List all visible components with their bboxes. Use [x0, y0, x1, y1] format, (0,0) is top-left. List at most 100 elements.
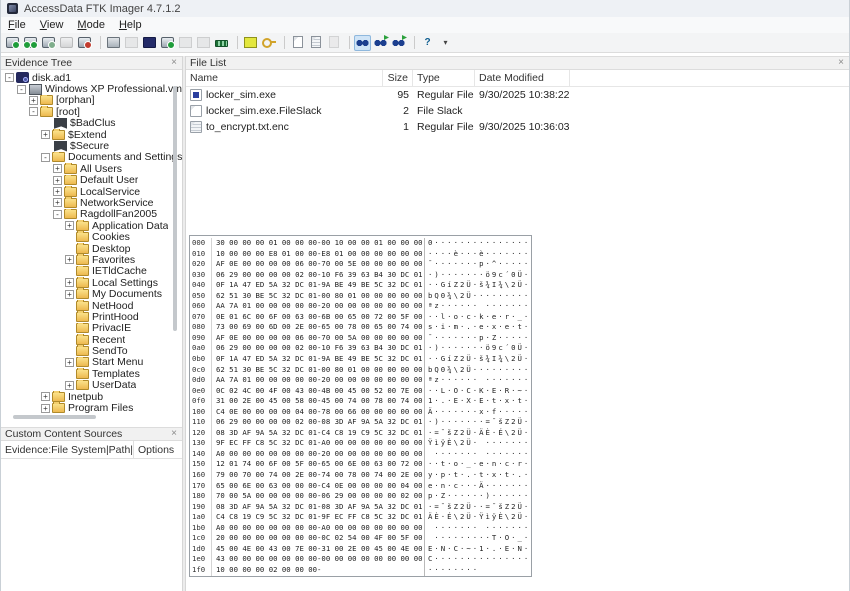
export-disk-image[interactable] [123, 35, 140, 51]
hex-row[interactable]: 1d0 45 00 4E 00 43 00 7E 00-31 00 2E 00 … [192, 544, 531, 555]
hex-row[interactable]: 0b0 0F 1A 47 ED 5A 32 DC 01-9A BE 49 BE … [192, 354, 531, 365]
remove-evidence-item[interactable] [58, 35, 75, 51]
verify-drive-image[interactable] [242, 35, 259, 51]
menu-help[interactable]: Help [112, 19, 149, 31]
hex-row[interactable]: 060 AA 7A 01 00 00 00 00 00-20 00 00 00 … [192, 301, 531, 312]
hex-row[interactable]: 040 0F 1A 47 ED 5A 32 DC 01-9A BE 49 BE … [192, 280, 531, 291]
find-previous[interactable] [372, 35, 389, 51]
tree-item[interactable]: + NetworkService [1, 197, 182, 208]
tree-vertical-scrollbar[interactable] [173, 86, 177, 331]
tree-item[interactable]: + Local Settings [1, 277, 182, 288]
detect-efs-encryption[interactable] [195, 35, 212, 51]
tree-item[interactable]: Templates [1, 368, 182, 379]
image-mounting[interactable] [40, 35, 57, 51]
expander-toggle[interactable]: - [5, 73, 14, 82]
column-evidence-path[interactable]: Evidence:File System|Path|File [1, 441, 134, 458]
hex-row[interactable]: 100 C4 0E 00 00 00 00 04 00-78 00 66 00 … [192, 407, 531, 418]
hex-row[interactable]: 160 79 00 70 00 74 00 2E 00-74 00 78 00 … [192, 470, 531, 481]
tree-horizontal-scrollbar[interactable] [13, 415, 96, 419]
hex-row[interactable]: 000 30 00 00 00 01 00 00 00-00 10 00 00 … [192, 238, 531, 249]
tree-item[interactable]: Cookies [1, 231, 182, 242]
capture-memory[interactable] [159, 35, 176, 51]
hex-row[interactable]: 080 73 00 69 00 6D 00 2E 00-65 00 78 00 … [192, 322, 531, 333]
menu-mode[interactable]: Mode [70, 19, 112, 31]
hex-row[interactable]: 180 70 00 5A 00 00 00 00 00-06 29 00 00 … [192, 491, 531, 502]
column-name[interactable]: Name [186, 70, 383, 86]
hex-row[interactable]: 030 06 29 00 00 00 00 02 00-10 F6 39 63 … [192, 270, 531, 281]
obtain-protected-files[interactable] [177, 35, 194, 51]
decrypt-ad1-image[interactable] [260, 35, 277, 51]
tree-item[interactable]: + My Documents [1, 288, 182, 299]
hex-row[interactable]: 070 0E 01 6C 00 6F 00 63 00-6B 00 65 00 … [192, 312, 531, 323]
expander-toggle[interactable]: + [65, 358, 74, 367]
hex-row[interactable]: 0e0 0C 02 4C 00 4F 00 43 00-4B 00 45 00 … [192, 386, 531, 397]
expander-toggle[interactable]: + [41, 404, 50, 413]
column-options[interactable]: Options [134, 441, 182, 458]
expander-toggle[interactable]: - [29, 107, 38, 116]
menu-view[interactable]: View [33, 19, 71, 31]
tree-item[interactable]: $Secure [1, 140, 182, 151]
tree-item[interactable]: $BadClus [1, 118, 182, 129]
file-row[interactable]: locker_sim.exe 95 Regular File 9/30/2025… [186, 87, 849, 103]
tree-item[interactable]: + Program Files [1, 402, 182, 413]
hex-row[interactable]: 1c0 20 00 00 00 00 00 00 00-0C 02 54 00 … [192, 533, 531, 544]
tree-item[interactable]: Recent [1, 334, 182, 345]
hex-row[interactable]: 010 10 00 00 00 E8 01 00 00-E8 01 00 00 … [192, 249, 531, 260]
expander-toggle[interactable]: + [53, 198, 62, 207]
tree-item[interactable]: + LocalService [1, 186, 182, 197]
tree-item[interactable]: + All Users [1, 163, 182, 174]
tree-item[interactable]: Desktop [1, 243, 182, 254]
hex-row[interactable]: 190 08 3D AF 9A 5A 32 DC 01-08 3D AF 9A … [192, 502, 531, 513]
custom-content-close-icon[interactable]: × [170, 429, 178, 439]
tree-item[interactable]: SendTo [1, 345, 182, 356]
hex-row[interactable]: 090 AF 0E 00 00 00 00 06 00-70 00 5A 00 … [192, 333, 531, 344]
remove-all-evidence-items[interactable] [76, 35, 93, 51]
add-all-attached-devices[interactable] [22, 35, 39, 51]
hex-row[interactable]: 0f0 31 00 2E 00 45 00 58 00-45 00 74 00 … [192, 396, 531, 407]
tree-item[interactable]: + $Extend [1, 129, 182, 140]
hex-row[interactable]: 1e0 43 00 00 00 00 00 00 00-00 00 00 00 … [192, 554, 531, 565]
hex-row[interactable]: 1f0 10 00 00 00 02 00 00 00- ········ [192, 565, 531, 576]
expander-toggle[interactable]: + [53, 164, 62, 173]
export-files[interactable] [213, 35, 230, 51]
expander-toggle[interactable]: + [65, 255, 74, 264]
hex-row[interactable]: 0a0 06 29 00 00 00 00 02 00-10 F6 39 63 … [192, 343, 531, 354]
hex-row[interactable]: 140 A0 00 00 00 00 00 00 00-20 00 00 00 … [192, 449, 531, 460]
tree-item[interactable]: - disk.ad1 [1, 72, 182, 83]
file-row[interactable]: to_encrypt.txt.enc 1 Regular File 9/30/2… [186, 119, 849, 135]
column-type[interactable]: Type [413, 70, 475, 86]
menu-file[interactable]: File [1, 19, 33, 31]
tree-item[interactable]: + Default User [1, 175, 182, 186]
expander-toggle[interactable]: + [53, 176, 62, 185]
hex-row[interactable]: 0d0 AA 7A 01 00 00 00 00 00-20 00 00 00 … [192, 375, 531, 386]
tree-item[interactable]: + Application Data [1, 220, 182, 231]
find[interactable] [354, 35, 371, 51]
tree-item[interactable]: PrivacIE [1, 323, 182, 334]
hex-row[interactable]: 150 12 01 74 00 6F 00 5F 00-65 00 6E 00 … [192, 459, 531, 470]
add-evidence-item[interactable] [4, 35, 21, 51]
tree-item[interactable]: + Start Menu [1, 357, 182, 368]
hex-row[interactable]: 020 AF 0E 00 00 00 00 06 00-70 00 5E 00 … [192, 259, 531, 270]
tree-item[interactable]: - Documents and Settings [1, 152, 182, 163]
expander-toggle[interactable]: - [17, 85, 26, 94]
create-disk-image[interactable] [105, 35, 122, 51]
expander-toggle[interactable]: - [41, 153, 50, 162]
expander-toggle[interactable]: + [65, 381, 74, 390]
tree-item[interactable]: NetHood [1, 300, 182, 311]
expander-toggle[interactable]: + [41, 392, 50, 401]
help[interactable]: ? [419, 35, 436, 51]
tree-item[interactable]: + Inetpub [1, 391, 182, 402]
tree-item[interactable]: - [root] [1, 106, 182, 117]
column-size[interactable]: Size [383, 70, 413, 86]
tree-item[interactable]: + [orphan] [1, 95, 182, 106]
hex-row[interactable]: 050 62 51 30 BE 5C 32 DC 01-00 80 01 00 … [192, 291, 531, 302]
hex-row[interactable]: 1b0 A0 00 00 00 00 00 00 00-A0 00 00 00 … [192, 523, 531, 534]
hex-row[interactable]: 120 08 3D AF 9A 5A 32 DC 01-C4 C8 19 C9 … [192, 428, 531, 439]
toolbar-options[interactable]: ▾ [437, 35, 454, 51]
expander-toggle[interactable]: + [29, 96, 38, 105]
tree-item[interactable]: + UserData [1, 380, 182, 391]
evidence-tree-close-icon[interactable]: × [170, 58, 178, 68]
hex-row[interactable]: 0c0 62 51 30 BE 5C 32 DC 01-00 80 01 00 … [192, 365, 531, 376]
hex-viewer[interactable]: 000 30 00 00 00 01 00 00 00-00 10 00 00 … [189, 235, 532, 577]
expander-toggle[interactable]: + [65, 221, 74, 230]
